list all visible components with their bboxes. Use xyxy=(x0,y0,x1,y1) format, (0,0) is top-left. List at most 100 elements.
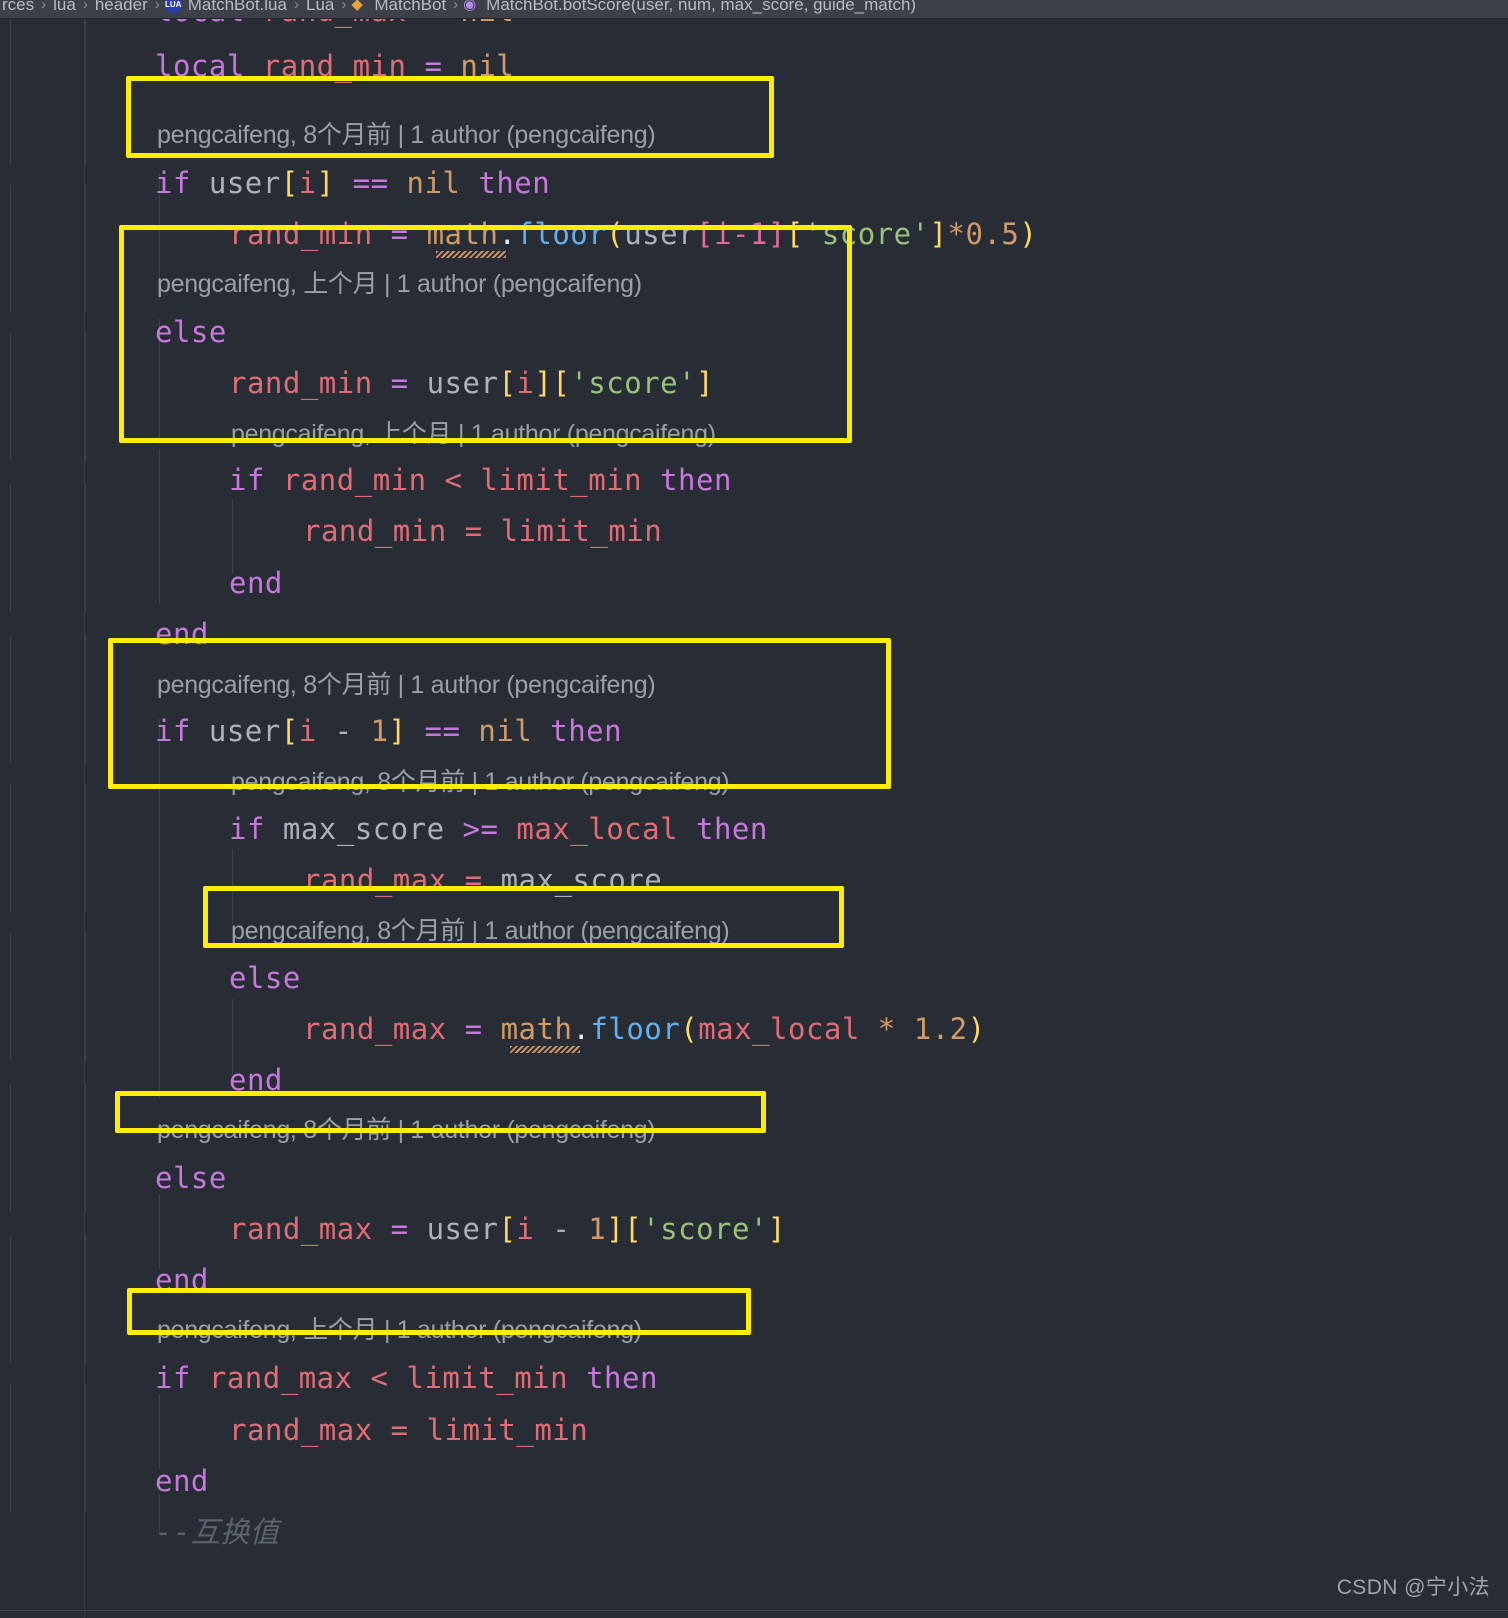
token-keyword: then xyxy=(550,714,623,748)
token-bracket: ] xyxy=(316,166,335,200)
token-bracket: [ xyxy=(280,714,299,748)
token-variable: limit_min xyxy=(480,463,643,497)
token-number: 1 xyxy=(370,714,389,748)
blame-annotation[interactable]: pengcaifeng, 8个月前 | 1 author (pengcaifen… xyxy=(157,1105,656,1156)
token-keyword: end xyxy=(229,566,283,600)
csdn-watermark: CSDN @宁小法 xyxy=(1336,1576,1490,1599)
code-line[interactable]: rand_min = user[i]['score'] xyxy=(0,358,714,409)
code-line[interactable]: if rand_min < limit_min then xyxy=(0,455,732,506)
token-operator: >= xyxy=(462,812,499,846)
code-line[interactable]: local rand_max = nil xyxy=(0,19,514,37)
token-index: i xyxy=(516,1212,535,1246)
token-variable: limit_min xyxy=(500,514,663,548)
blame-annotation[interactable]: pengcaifeng, 上个月 | 1 author (pengcaifeng… xyxy=(157,259,642,310)
code-line[interactable]: local rand_min = nil xyxy=(0,41,514,92)
blame-annotation[interactable]: pengcaifeng, 8个月前 | 1 author (pengcaifen… xyxy=(231,757,730,808)
inspection-squiggle xyxy=(436,251,506,258)
token-identifier: user xyxy=(208,166,281,200)
token-keyword: if xyxy=(229,463,265,497)
code-line[interactable]: end xyxy=(0,1255,209,1306)
code-line[interactable]: if user[i - 1] == nil then xyxy=(0,706,622,757)
token-keyword: local xyxy=(155,19,245,28)
token-operator: = xyxy=(464,1012,483,1046)
token-function: floor xyxy=(516,217,607,251)
token-operator: * xyxy=(947,217,966,251)
token-operator: == xyxy=(424,714,461,748)
code-line[interactable]: rand_min = math.floor(user[i-1]['score']… xyxy=(0,209,1037,260)
token-number: 0.5 xyxy=(965,217,1020,251)
breadcrumb-item-lua-lang[interactable]: Lua xyxy=(306,0,334,15)
token-variable: rand_max xyxy=(208,1361,353,1395)
token-keyword: else xyxy=(155,1161,227,1195)
token-dot: . xyxy=(498,217,517,251)
token-bracket: [ xyxy=(696,217,714,251)
token-comment: --互换值 xyxy=(155,1515,280,1549)
code-line[interactable]: end xyxy=(0,558,283,609)
code-line[interactable]: rand_max = user[i - 1]['score'] xyxy=(0,1204,786,1255)
breadcrumb-item-matchbot[interactable]: MatchBot xyxy=(374,0,446,15)
code-line[interactable]: rand_max = limit_min xyxy=(0,1405,588,1456)
code-editor[interactable]: local rand_max = nil local rand_min = ni… xyxy=(0,19,1508,1618)
breadcrumb-item-matchbot-lua[interactable]: MatchBot.lua xyxy=(188,0,287,15)
breadcrumb-item-header[interactable]: header xyxy=(95,0,148,15)
token-variable: limit_min xyxy=(426,1413,589,1447)
code-line[interactable]: if max_score >= max_local then xyxy=(0,804,768,855)
breadcrumb-item-rces[interactable]: rces xyxy=(2,0,34,15)
token-string: 'score' xyxy=(642,1212,768,1246)
blame-annotation[interactable]: pengcaifeng, 8个月前 | 1 author (pengcaifen… xyxy=(157,110,656,161)
token-keyword: end xyxy=(155,1464,209,1498)
token-bracket: ] xyxy=(767,217,786,251)
code-line[interactable]: else xyxy=(0,307,227,358)
inspection-squiggle xyxy=(510,1046,580,1053)
token-operator: = xyxy=(464,514,483,548)
code-line[interactable]: end xyxy=(0,609,209,660)
token-variable: rand_min xyxy=(262,49,407,83)
token-index: i xyxy=(298,166,317,200)
blame-annotation[interactable]: pengcaifeng, 8个月前 | 1 author (pengcaifen… xyxy=(231,906,730,957)
token-variable: rand_max xyxy=(263,19,407,28)
token-keyword: if xyxy=(155,1361,191,1395)
token-bracket: [ xyxy=(498,1212,517,1246)
code-line[interactable]: rand_min = limit_min xyxy=(0,506,662,557)
code-line[interactable]: --互换值 xyxy=(0,1507,279,1558)
breadcrumb-item-botscore-method[interactable]: MatchBot.botScore(user, num, max_score, … xyxy=(486,0,916,15)
code-line[interactable]: end xyxy=(0,1055,283,1106)
token-index: i-1 xyxy=(714,217,768,251)
token-operator: = xyxy=(390,1413,409,1447)
token-variable: rand_min xyxy=(229,366,373,400)
token-operator: < xyxy=(370,1361,389,1395)
token-operator: < xyxy=(444,463,463,497)
token-operator: - xyxy=(334,714,353,748)
breadcrumb-separator-icon: › xyxy=(293,0,299,13)
code-line[interactable]: rand_max = math.floor(max_local * 1.2) xyxy=(0,1004,986,1055)
token-identifier: user xyxy=(426,1212,499,1246)
token-operator: = xyxy=(390,366,409,400)
token-operator: - xyxy=(552,1212,571,1246)
code-line[interactable]: else xyxy=(0,953,301,1004)
code-line[interactable]: end xyxy=(0,1456,209,1507)
token-keyword: if xyxy=(229,812,265,846)
code-line[interactable]: rand_max = max_score xyxy=(0,855,662,906)
token-bracket: ] xyxy=(534,366,553,400)
token-bracket: ] xyxy=(606,1212,625,1246)
token-nil: nil xyxy=(460,49,515,83)
token-library: math xyxy=(426,217,499,251)
token-dot: . xyxy=(572,1012,591,1046)
blame-annotation[interactable]: pengcaifeng, 上个月 | 1 author (pengcaifeng… xyxy=(231,409,716,460)
blame-annotation[interactable]: pengcaifeng, 上个月 | 1 author (pengcaifeng… xyxy=(157,1305,642,1356)
code-line[interactable]: if user[i] == nil then xyxy=(0,158,550,209)
token-paren: ) xyxy=(1019,217,1038,251)
token-variable: rand_min xyxy=(282,463,427,497)
breadcrumb-separator-icon: › xyxy=(154,0,160,13)
token-paren: ( xyxy=(606,217,625,251)
token-nil: nil xyxy=(478,714,533,748)
breadcrumb-item-lua[interactable]: lua xyxy=(53,0,76,15)
token-bracket: ] xyxy=(767,1212,786,1246)
token-keyword: else xyxy=(155,315,227,349)
token-operator: = xyxy=(424,49,443,83)
token-operator: = xyxy=(390,217,409,251)
code-line[interactable]: else xyxy=(0,1153,227,1204)
blame-annotation[interactable]: pengcaifeng, 8个月前 | 1 author (pengcaifen… xyxy=(157,660,656,711)
code-line[interactable]: if rand_max < limit_min then xyxy=(0,1353,658,1404)
token-keyword: then xyxy=(586,1361,658,1395)
